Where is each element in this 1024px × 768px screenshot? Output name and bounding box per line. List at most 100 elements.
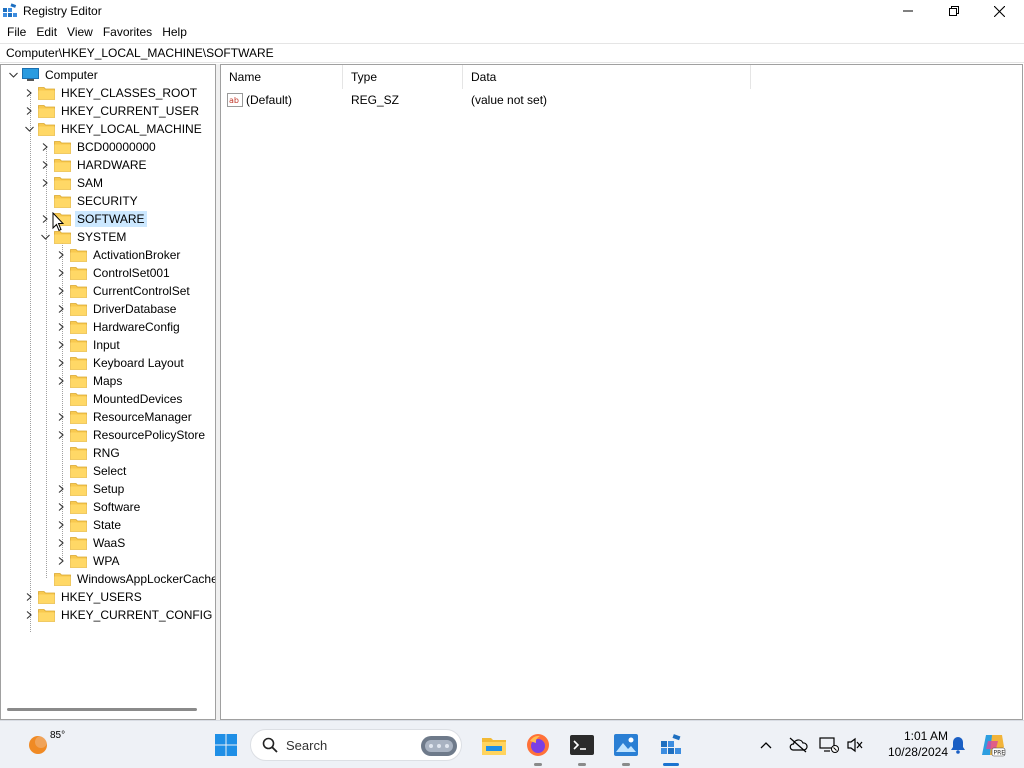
chevron-right-icon[interactable] — [55, 516, 67, 534]
folder-icon — [70, 464, 87, 478]
chevron-right-icon[interactable] — [39, 174, 51, 192]
tree-item-select[interactable]: Select — [55, 462, 128, 480]
chevron-down-icon[interactable] — [7, 66, 19, 84]
chevron-right-icon[interactable] — [55, 336, 67, 354]
value-row[interactable]: ab (Default) REG_SZ (value not set) — [221, 91, 663, 109]
tree-item-driverdatabase[interactable]: DriverDatabase — [55, 300, 178, 318]
onedrive-tray[interactable] — [784, 721, 812, 768]
column-header-type[interactable]: Type — [343, 65, 463, 89]
chevron-right-icon[interactable] — [55, 534, 67, 552]
column-header-data[interactable]: Data — [463, 65, 751, 89]
address-bar[interactable]: Computer\HKEY_LOCAL_MACHINE\SOFTWARE — [0, 43, 1024, 63]
chevron-right-icon[interactable] — [55, 264, 67, 282]
tree-item-wpa[interactable]: WPA — [55, 552, 121, 570]
search-placeholder: Search — [286, 737, 328, 753]
tree-item-input[interactable]: Input — [55, 336, 122, 354]
chevron-right-icon[interactable] — [55, 480, 67, 498]
tree-item-hkey-users[interactable]: HKEY_USERS — [23, 588, 144, 606]
tree-item-currentcontrolset[interactable]: CurrentControlSet — [55, 282, 192, 300]
tree-item-hardware[interactable]: HARDWARE — [39, 156, 149, 174]
menu-help[interactable]: Help — [157, 22, 192, 42]
running-indicator — [534, 763, 542, 766]
chevron-right-icon[interactable] — [23, 606, 35, 624]
chevron-right-icon[interactable] — [55, 282, 67, 300]
chevron-right-icon[interactable] — [39, 210, 51, 228]
folder-icon — [70, 500, 87, 514]
tree-item-mounteddevices[interactable]: MountedDevices — [55, 390, 184, 408]
tree-item-bcd00000000[interactable]: BCD00000000 — [39, 138, 158, 156]
chevron-right-icon[interactable] — [55, 552, 67, 570]
taskbar-terminal[interactable] — [562, 721, 602, 768]
chevron-right-icon[interactable] — [55, 318, 67, 336]
tree-item-software[interactable]: Software — [55, 498, 142, 516]
chevron-right-icon[interactable] — [23, 84, 35, 102]
minimize-button[interactable] — [885, 0, 931, 22]
tree-item-label: Setup — [93, 482, 125, 496]
chevron-down-icon[interactable] — [39, 228, 51, 246]
tree-item-hardwareconfig[interactable]: HardwareConfig — [55, 318, 182, 336]
menu-edit[interactable]: Edit — [31, 22, 62, 42]
tree-item-hkey-classes-root[interactable]: HKEY_CLASSES_ROOT — [23, 84, 199, 102]
weather-widget[interactable]: 85° — [18, 721, 65, 768]
chevron-right-icon[interactable] — [55, 246, 67, 264]
chevron-right-icon[interactable] — [55, 354, 67, 372]
chevron-right-icon[interactable] — [55, 408, 67, 426]
tree-item-keyboard-layout[interactable]: Keyboard Layout — [55, 354, 186, 372]
horizontal-scrollbar[interactable] — [7, 708, 197, 711]
chevron-right-icon[interactable] — [55, 498, 67, 516]
chevron-down-icon[interactable] — [23, 120, 35, 138]
taskbar-firefox[interactable] — [518, 721, 558, 768]
tree-item-activationbroker[interactable]: ActivationBroker — [55, 246, 182, 264]
close-button[interactable] — [976, 0, 1022, 22]
folder-icon — [70, 302, 87, 316]
menu-view[interactable]: View — [62, 22, 98, 42]
tree-item-hkey-local-machine[interactable]: HKEY_LOCAL_MACHINE — [23, 120, 204, 138]
network-tray[interactable] — [815, 721, 843, 768]
tree-item-resourcepolicystore[interactable]: ResourcePolicyStore — [55, 426, 207, 444]
tree-item-hkey-current-config[interactable]: HKEY_CURRENT_CONFIG — [23, 606, 214, 624]
chevron-right-icon[interactable] — [23, 588, 35, 606]
tree-item-state[interactable]: State — [55, 516, 123, 534]
chevron-right-icon[interactable] — [23, 102, 35, 120]
tree-item-waas[interactable]: WaaS — [55, 534, 127, 552]
chevron-right-icon[interactable] — [55, 426, 67, 444]
system-clock[interactable]: 1:01 AM 10/28/2024 — [872, 728, 948, 760]
taskbar-file-explorer[interactable] — [474, 721, 514, 768]
tree-item-hkey-current-user[interactable]: HKEY_CURRENT_USER — [23, 102, 201, 120]
tree-item-security[interactable]: SECURITY — [39, 192, 140, 210]
chevron-right-icon[interactable] — [39, 156, 51, 174]
tree-item-label: Keyboard Layout — [93, 356, 184, 370]
restore-button[interactable] — [931, 0, 977, 22]
folder-icon — [70, 554, 87, 568]
column-header-name[interactable]: Name — [221, 65, 343, 89]
chevron-right-icon[interactable] — [39, 138, 51, 156]
menu-bar: File Edit View Favorites Help — [0, 22, 1024, 42]
volume-tray[interactable] — [841, 721, 869, 768]
tree-item-label: Computer — [45, 68, 98, 82]
tree-item-label: ResourcePolicyStore — [93, 428, 206, 442]
copilot-button[interactable]: PRE — [978, 721, 1008, 768]
tree-item-windowsapplockercache[interactable]: WindowsAppLockerCache — [39, 570, 215, 588]
show-hidden-icons-button[interactable] — [752, 721, 780, 768]
taskbar-image-viewer[interactable] — [606, 721, 646, 768]
tree-item-rng[interactable]: RNG — [55, 444, 122, 462]
tree-item-sam[interactable]: SAM — [39, 174, 105, 192]
tree-item-label: HKEY_USERS — [61, 590, 142, 604]
taskbar-search[interactable]: Search — [250, 729, 462, 761]
start-button[interactable] — [206, 721, 246, 768]
menu-favorites[interactable]: Favorites — [98, 22, 157, 42]
copilot-icon: PRE — [982, 735, 1006, 757]
tree-item-resourcemanager[interactable]: ResourceManager — [55, 408, 194, 426]
chevron-right-icon[interactable] — [55, 300, 67, 318]
tree-item-setup[interactable]: Setup — [55, 480, 126, 498]
window-title: Registry Editor — [23, 4, 102, 18]
tree-item-controlset001[interactable]: ControlSet001 — [55, 264, 172, 282]
chevron-right-icon[interactable] — [55, 372, 67, 390]
menu-file[interactable]: File — [2, 22, 31, 42]
notifications-button[interactable] — [944, 721, 972, 768]
values-list-pane[interactable]: Name Type Data ab (Default) REG_SZ (valu… — [220, 64, 1023, 720]
taskbar-registry-editor[interactable] — [651, 721, 691, 768]
key-tree-pane[interactable]: Computer HKEY_CLASSES_ROOT HKEY_CURRENT_US… — [0, 64, 216, 720]
tree-item-maps[interactable]: Maps — [55, 372, 124, 390]
tree-item-computer[interactable]: Computer — [7, 66, 100, 84]
